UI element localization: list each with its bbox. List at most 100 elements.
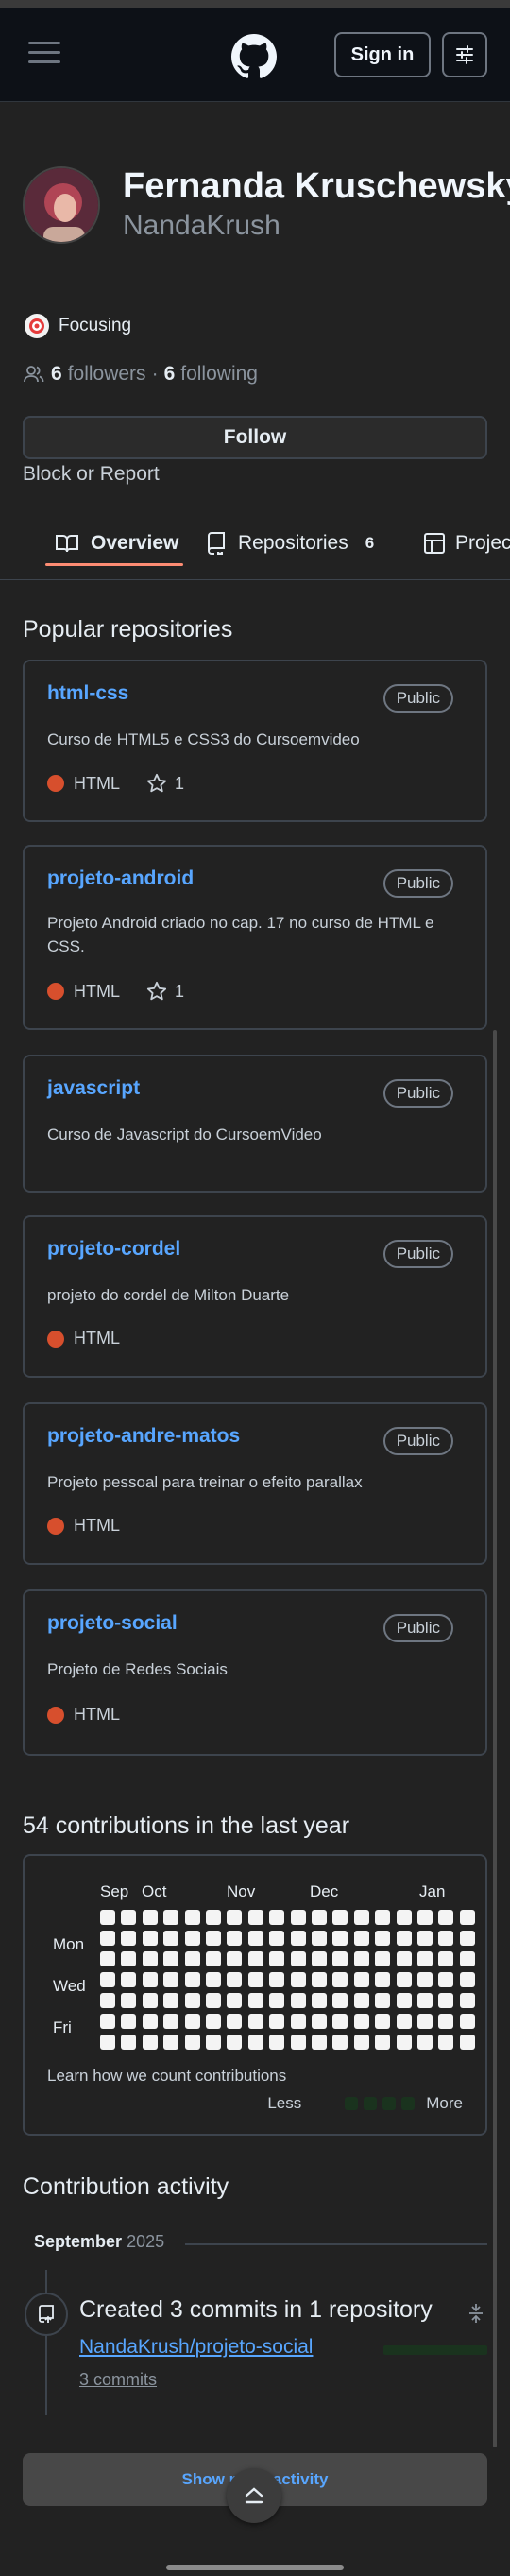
github-mark-icon[interactable]	[231, 34, 277, 79]
calendar-day-cell[interactable]	[247, 1910, 264, 1925]
calendar-day-cell[interactable]	[438, 1951, 454, 1966]
calendar-day-cell[interactable]	[100, 1951, 115, 1966]
calendar-day-cell[interactable]	[100, 1972, 115, 1987]
calendar-day-cell[interactable]	[438, 2014, 454, 2029]
calendar-day-cell[interactable]	[206, 1931, 221, 1946]
calendar-day-cell[interactable]	[417, 1993, 433, 2008]
calendar-day-cell[interactable]	[375, 2014, 391, 2029]
calendar-day-cell[interactable]	[332, 1951, 348, 1966]
calendar-day-cell[interactable]	[227, 1910, 243, 1925]
calendar-day-cell[interactable]	[163, 1993, 179, 2008]
calendar-day-cell[interactable]	[121, 2035, 137, 2050]
calendar-day-cell[interactable]	[142, 1931, 158, 1946]
calendar-day-cell[interactable]	[312, 1972, 327, 1987]
calendar-day-cell[interactable]	[438, 2035, 454, 2050]
calendar-day-cell[interactable]	[332, 2014, 348, 2029]
calendar-day-cell[interactable]	[247, 2035, 264, 2050]
calendar-day-cell[interactable]	[163, 2035, 179, 2050]
stargazers-link[interactable]: 1	[146, 981, 184, 1002]
calendar-day-cell[interactable]	[312, 2035, 327, 2050]
calendar-day-cell[interactable]	[269, 2035, 285, 2050]
calendar-day-cell[interactable]	[142, 1972, 158, 1987]
unfold-icon[interactable]	[467, 2302, 485, 2325]
calendar-day-cell[interactable]	[290, 1993, 306, 2008]
calendar-day-cell[interactable]	[375, 1931, 391, 1946]
calendar-day-cell[interactable]	[396, 1972, 412, 1987]
calendar-day-cell[interactable]	[163, 2014, 179, 2029]
calendar-day-cell[interactable]	[353, 1993, 369, 2008]
settings-button[interactable]	[442, 32, 487, 77]
calendar-day-cell[interactable]	[312, 1993, 327, 2008]
calendar-day-cell[interactable]	[206, 1993, 221, 2008]
calendar-day-cell[interactable]	[121, 1993, 137, 2008]
calendar-day-cell[interactable]	[142, 1951, 158, 1966]
calendar-day-cell[interactable]	[163, 1910, 179, 1925]
calendar-day-cell[interactable]	[184, 1910, 200, 1925]
calendar-day-cell[interactable]	[163, 1931, 179, 1946]
calendar-day-cell[interactable]	[206, 1972, 221, 1987]
calendar-day-cell[interactable]	[417, 2014, 433, 2029]
calendar-day-cell[interactable]	[247, 1993, 264, 2008]
calendar-day-cell[interactable]	[459, 1931, 475, 1946]
calendar-day-cell[interactable]	[375, 1972, 391, 1987]
calendar-day-cell[interactable]	[206, 2014, 221, 2029]
calendar-day-cell[interactable]	[142, 2035, 158, 2050]
calendar-day-cell[interactable]	[375, 1993, 391, 2008]
calendar-day-cell[interactable]	[184, 1972, 200, 1987]
followers-count[interactable]: 6	[51, 363, 62, 386]
calendar-day-cell[interactable]	[121, 1910, 137, 1925]
calendar-day-cell[interactable]	[417, 1931, 433, 1946]
calendar-day-cell[interactable]	[100, 2035, 115, 2050]
calendar-day-cell[interactable]	[417, 1951, 433, 1966]
calendar-day-cell[interactable]	[459, 2014, 475, 2029]
calendar-day-cell[interactable]	[417, 2035, 433, 2050]
stargazers-link[interactable]: 1	[146, 773, 184, 794]
calendar-day-cell[interactable]	[417, 1910, 433, 1925]
calendar-day-cell[interactable]	[438, 1993, 454, 2008]
repo-name-link[interactable]: projeto-social	[47, 1612, 178, 1635]
calendar-day-cell[interactable]	[375, 1951, 391, 1966]
repo-name-link[interactable]: projeto-android	[47, 867, 194, 890]
calendar-day-cell[interactable]	[227, 1993, 243, 2008]
calendar-day-cell[interactable]	[269, 1910, 285, 1925]
calendar-day-cell[interactable]	[100, 1993, 115, 2008]
calendar-day-cell[interactable]	[100, 2014, 115, 2029]
activity-commits-link[interactable]: 3 commits	[79, 2370, 157, 2390]
calendar-day-cell[interactable]	[459, 1951, 475, 1966]
calendar-day-cell[interactable]	[312, 1951, 327, 1966]
calendar-day-cell[interactable]	[290, 2035, 306, 2050]
calendar-day-cell[interactable]	[375, 1910, 391, 1925]
calendar-day-cell[interactable]	[353, 1972, 369, 1987]
calendar-day-cell[interactable]	[438, 1910, 454, 1925]
repo-name-link[interactable]: projeto-cordel	[47, 1238, 180, 1261]
calendar-day-cell[interactable]	[269, 1931, 285, 1946]
calendar-day-cell[interactable]	[227, 2014, 243, 2029]
calendar-day-cell[interactable]	[184, 1931, 200, 1946]
scroll-to-top-button[interactable]	[227, 2468, 281, 2523]
calendar-day-cell[interactable]	[142, 1993, 158, 2008]
calendar-day-cell[interactable]	[396, 1951, 412, 1966]
calendar-day-cell[interactable]	[163, 1951, 179, 1966]
sign-in-button[interactable]: Sign in	[334, 32, 431, 77]
calendar-day-cell[interactable]	[332, 1972, 348, 1987]
calendar-day-cell[interactable]	[227, 1931, 243, 1946]
followers-label[interactable]: followers	[68, 363, 146, 386]
calendar-day-cell[interactable]	[247, 1972, 264, 1987]
calendar-day-cell[interactable]	[142, 1910, 158, 1925]
calendar-day-cell[interactable]	[100, 1910, 115, 1925]
calendar-day-cell[interactable]	[184, 1951, 200, 1966]
calendar-day-cell[interactable]	[290, 1910, 306, 1925]
calendar-day-cell[interactable]	[290, 1951, 306, 1966]
calendar-day-cell[interactable]	[396, 1931, 412, 1946]
calendar-day-cell[interactable]	[121, 2014, 137, 2029]
calendar-day-cell[interactable]	[184, 2014, 200, 2029]
calendar-day-cell[interactable]	[332, 1910, 348, 1925]
calendar-day-cell[interactable]	[269, 1993, 285, 2008]
calendar-day-cell[interactable]	[290, 2014, 306, 2029]
repo-name-link[interactable]: html-css	[47, 682, 128, 705]
calendar-day-cell[interactable]	[121, 1931, 137, 1946]
calendar-day-cell[interactable]	[417, 1972, 433, 1987]
avatar[interactable]	[23, 166, 100, 244]
calendar-day-cell[interactable]	[269, 2014, 285, 2029]
calendar-day-cell[interactable]	[269, 1972, 285, 1987]
